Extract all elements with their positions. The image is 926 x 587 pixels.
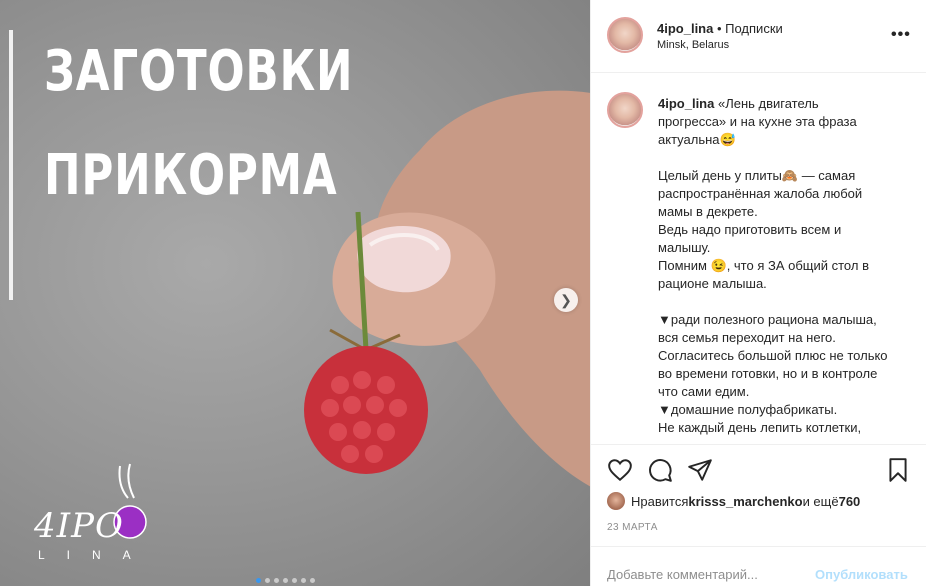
- header-username[interactable]: 4ipo_lina: [657, 21, 713, 36]
- logo-subtext: LINA: [38, 548, 153, 562]
- caption-username[interactable]: 4ipo_lina: [658, 96, 714, 111]
- carousel-dot: [274, 578, 279, 583]
- carousel-dot: [310, 578, 315, 583]
- image-headline-line2: ПРИКОРМА: [44, 143, 338, 208]
- post-caption: 4ipo_lina «Лень двигатель прогресса» и н…: [591, 72, 926, 444]
- post-date[interactable]: 23 МАРТА: [607, 522, 658, 533]
- post-header: 4ipo_lina • Подписки Minsk, Belarus •••: [591, 0, 926, 73]
- header-separator: •: [713, 21, 726, 36]
- caption-line: Согласитесь большой плюс не только во вр…: [658, 348, 888, 399]
- carousel-dot: [265, 578, 270, 583]
- more-options-icon[interactable]: •••: [891, 26, 911, 44]
- follow-button[interactable]: Подписки: [725, 21, 783, 36]
- share-icon[interactable]: [687, 457, 713, 483]
- caption-line: ▼домашние полуфабрикаты.: [658, 402, 838, 417]
- location-link[interactable]: Minsk, Belarus: [657, 39, 729, 51]
- carousel-dot: [292, 578, 297, 583]
- carousel-dot: [301, 578, 306, 583]
- avatar[interactable]: [607, 17, 643, 53]
- liker-avatar[interactable]: [607, 492, 625, 510]
- action-bar: [591, 444, 926, 491]
- likes-summary: Нравится krisss_marchenko и ещё 760: [607, 492, 860, 510]
- decorative-bar: [9, 30, 13, 300]
- hand-with-raspberry-illustration: [304, 90, 590, 487]
- caption-line: ▼ради полезного рациона малыша, вся семь…: [658, 312, 877, 345]
- publish-button[interactable]: Опубликовать: [815, 567, 908, 582]
- comment-box: Добавьте комментарий... Опубликовать: [591, 546, 926, 587]
- caption-line: Ведь надо приготовить всем и малышу.: [658, 222, 842, 255]
- header-user-line: 4ipo_lina • Подписки: [657, 21, 783, 36]
- next-slide-button[interactable]: ❯: [554, 288, 578, 312]
- caption-text: 4ipo_lina «Лень двигатель прогресса» и н…: [658, 95, 890, 437]
- liker-username[interactable]: krisss_marchenko: [688, 494, 802, 509]
- heart-icon[interactable]: [607, 457, 633, 483]
- bookmark-icon[interactable]: [885, 457, 911, 483]
- caption-line: Не каждый день лепить котлетки,: [658, 420, 862, 435]
- caption-line: Помним 😉, что я ЗА общий стол в рационе …: [658, 258, 869, 291]
- post-image[interactable]: ЗАГОТОВКИ ПРИКОРМА ❯ 4IPO LINA: [0, 0, 590, 586]
- carousel-dot: [283, 578, 288, 583]
- caption-avatar[interactable]: [607, 92, 643, 128]
- likes-count[interactable]: 760: [839, 494, 861, 509]
- likes-middle: и ещё: [802, 493, 839, 509]
- chevron-right-icon: ❯: [560, 291, 572, 308]
- post-side-panel: 4ipo_lina • Подписки Minsk, Belarus ••• …: [590, 0, 926, 586]
- likes-prefix: Нравится: [631, 493, 689, 509]
- caption-line: Целый день у плиты🙈 — самая распространё…: [658, 168, 863, 219]
- carousel-indicator: [256, 578, 315, 583]
- carousel-dot-active: [256, 578, 261, 583]
- comment-input[interactable]: Добавьте комментарий...: [607, 567, 758, 582]
- logo-text: 4IPO: [34, 506, 124, 546]
- comment-icon[interactable]: [647, 457, 673, 483]
